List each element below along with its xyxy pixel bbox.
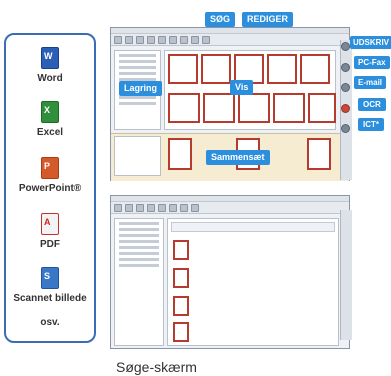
page-thumbnail[interactable] — [168, 54, 198, 84]
result-thumbnail[interactable] — [173, 296, 189, 316]
file-type-powerpoint: P PowerPoint® — [6, 157, 94, 195]
toolbar-button[interactable] — [136, 204, 144, 212]
file-type-label: PDF — [40, 239, 60, 250]
merge-callout: Sammensæt — [206, 150, 270, 165]
excel-icon: X — [41, 101, 59, 123]
toolbar-button[interactable] — [191, 204, 199, 212]
toolbar-button[interactable] — [147, 36, 155, 44]
toolbar-button[interactable] — [180, 36, 188, 44]
toolbar-button[interactable] — [169, 204, 177, 212]
toolbar-button[interactable] — [136, 36, 144, 44]
file-type-label: Excel — [36, 127, 64, 138]
search-input[interactable] — [171, 222, 335, 232]
page-thumbnail[interactable] — [267, 54, 297, 84]
page-thumbnail[interactable] — [201, 54, 231, 84]
search-folder-tree[interactable] — [114, 218, 164, 346]
file-type-etc: osv. — [6, 317, 94, 329]
ict-icon[interactable] — [341, 124, 350, 133]
file-type-word: W Word — [6, 47, 94, 85]
toolbar-button[interactable] — [191, 36, 199, 44]
toolbar-button[interactable] — [125, 204, 133, 212]
page-thumbnail[interactable] — [238, 93, 270, 123]
toolbar-button[interactable] — [202, 36, 210, 44]
merge-thumbnail[interactable] — [168, 138, 192, 170]
file-type-label: Word — [37, 73, 63, 84]
page-thumbnail[interactable] — [308, 93, 336, 123]
file-type-panel: W Word X Excel P PowerPoint® A PDF S Sca… — [4, 33, 96, 343]
search-results — [167, 218, 339, 346]
toolbar-button[interactable] — [114, 204, 122, 212]
email-callout: E-mail — [354, 76, 387, 89]
toolbar-button[interactable] — [147, 204, 155, 212]
email-icon[interactable] — [341, 83, 350, 92]
toolbar-button[interactable] — [158, 36, 166, 44]
search-action-sidebar — [340, 210, 352, 340]
toolbar-button[interactable] — [158, 204, 166, 212]
toolbar-button[interactable] — [169, 36, 177, 44]
file-type-label: PowerPoint® — [18, 183, 82, 194]
page-thumbnail[interactable] — [168, 93, 200, 123]
fax-icon[interactable] — [341, 63, 350, 72]
file-type-label: Scannet billede — [13, 293, 87, 304]
result-thumbnail[interactable] — [173, 240, 189, 260]
ocr-icon[interactable] — [341, 104, 350, 113]
result-thumbnail[interactable] — [173, 322, 189, 342]
page-thumbnail[interactable] — [203, 93, 235, 123]
page-thumbnail[interactable] — [273, 93, 305, 123]
merge-thumbnail[interactable] — [307, 138, 331, 170]
edit-callout: REDIGER — [242, 12, 294, 27]
toolbar-button[interactable] — [125, 36, 133, 44]
search-window — [110, 195, 350, 349]
page-caption: Søge-skærm — [116, 359, 197, 375]
file-type-scan: S Scannet billede — [6, 267, 94, 305]
main-window: Lagring Vis Sammensæt — [110, 27, 350, 181]
storage-callout: Lagring — [119, 81, 162, 96]
print-icon[interactable] — [341, 42, 350, 51]
scanned-image-icon: S — [41, 267, 59, 289]
result-thumbnail[interactable] — [173, 268, 189, 288]
page-thumbnail[interactable] — [300, 54, 330, 84]
ocr-callout: OCR — [358, 98, 386, 111]
toolbar — [111, 202, 349, 214]
search-callout: SØG — [205, 12, 236, 27]
pdf-icon: A — [41, 213, 59, 235]
file-type-pdf: A PDF — [6, 213, 94, 251]
file-type-label: osv. — [40, 317, 60, 328]
view-callout: Vis — [230, 80, 254, 95]
word-icon: W — [41, 47, 59, 69]
toolbar-button[interactable] — [114, 36, 122, 44]
powerpoint-icon: P — [41, 157, 59, 179]
pcfax-callout: PC-Fax — [354, 56, 390, 69]
merge-file-list[interactable] — [114, 136, 161, 176]
file-type-excel: X Excel — [6, 101, 94, 139]
toolbar-button[interactable] — [180, 204, 188, 212]
print-callout: UDSKRIV — [350, 36, 391, 49]
ict-callout: ICT* — [358, 118, 384, 131]
toolbar — [111, 34, 349, 46]
